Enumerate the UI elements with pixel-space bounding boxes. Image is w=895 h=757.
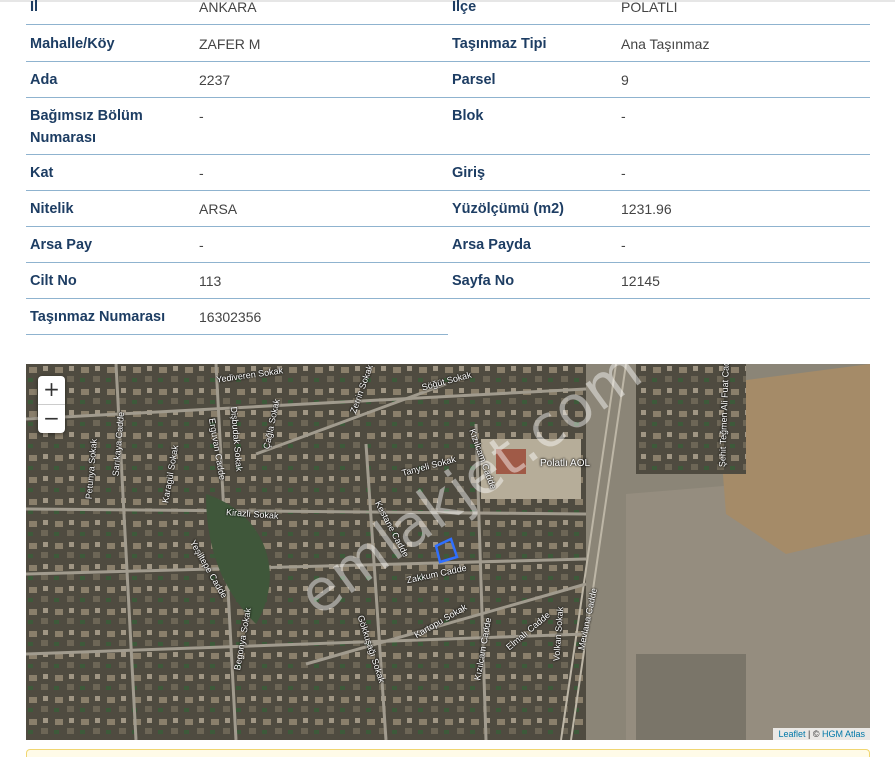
field-label: İl [26,0,196,25]
field-label: Kat [26,155,196,191]
table-row: Taşınmaz Numarası 16302356 [0,299,895,335]
field-label: Ada [26,62,196,98]
field-label: Parsel [448,62,618,98]
zoom-control: + − [38,376,65,433]
field-label: Nitelik [26,191,196,227]
table-row: Kat - Giriş - [0,155,895,191]
table-row: Ada 2237 Parsel 9 [0,62,895,98]
field-label: Taşınmaz Numarası [26,299,196,335]
field-value: 113 [196,263,448,299]
zoom-out-button[interactable]: − [38,405,65,433]
field-label: Giriş [448,155,618,191]
field-value: - [196,155,448,191]
field-label: Blok [448,98,618,155]
field-value: 1231.96 [618,191,870,227]
field-value: - [618,98,870,155]
field-value: 16302356 [196,299,448,335]
field-label: Sayfa No [448,263,618,299]
field-label: Cilt No [26,263,196,299]
field-value: - [618,227,870,263]
field-label: Arsa Payda [448,227,618,263]
field-value: POLATLI [618,0,870,25]
attribution-separator: | © [805,729,822,739]
satellite-imagery [26,364,870,740]
table-row: Cilt No 113 Sayfa No 12145 [0,263,895,299]
satellite-map[interactable]: emlakjet.com Polatlı AOL Yediveren Sokak… [26,364,870,740]
field-label: Yüzölçümü (m2) [448,191,618,227]
poi-label: Polatlı AOL [540,458,591,469]
field-label: Taşınmaz Tipi [448,26,618,62]
field-value: 2237 [196,62,448,98]
field-value: - [196,98,448,155]
field-label: Arsa Pay [26,227,196,263]
field-value: - [196,227,448,263]
table-row: Mahalle/Köy ZAFER M Taşınmaz Tipi Ana Ta… [0,26,895,62]
table-row: Bağımsız Bölüm Numarası - Blok - [0,98,895,155]
field-label: Bağımsız Bölüm Numarası [26,98,196,155]
zoom-in-button[interactable]: + [38,376,65,405]
table-row: Arsa Pay - Arsa Payda - [0,227,895,263]
field-label: İlçe [448,0,618,25]
hgm-atlas-link[interactable]: HGM Atlas [822,729,865,739]
field-value: - [618,155,870,191]
table-row: İl ANKARA İlçe POLATLI [0,0,895,25]
notice-box [26,749,870,757]
field-value: ARSA [196,191,448,227]
field-value: ZAFER M [196,26,448,62]
field-value: Ana Taşınmaz [618,26,870,62]
field-value: 9 [618,62,870,98]
field-value: 12145 [618,263,870,299]
table-row: Nitelik ARSA Yüzölçümü (m2) 1231.96 [0,191,895,227]
map-attribution: Leaflet | © HGM Atlas [773,728,870,740]
field-label: Mahalle/Köy [26,26,196,62]
leaflet-link[interactable]: Leaflet [778,729,805,739]
field-value: ANKARA [196,0,448,25]
